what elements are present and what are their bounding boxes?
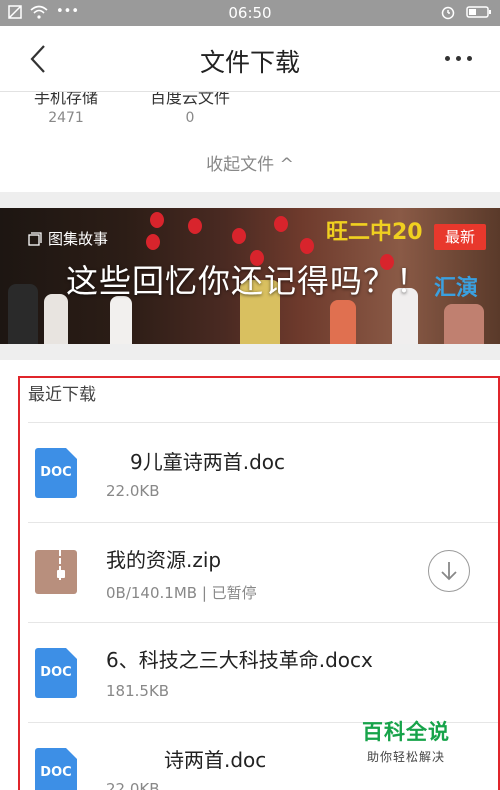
file-name: 诗两首.doc	[164, 748, 267, 772]
status-right	[440, 4, 492, 20]
baidu-cloud-count: 0	[185, 110, 195, 126]
lantern-decoration	[274, 216, 288, 232]
doc-file-icon: DOC	[35, 748, 77, 790]
more-options-icon[interactable]	[445, 56, 472, 61]
performer-figure	[44, 294, 68, 344]
collapse-files-button[interactable]: 收起文件 ^	[0, 150, 500, 175]
battery-icon	[466, 6, 491, 18]
performer-figure	[330, 300, 356, 344]
watermark-subtitle: 助你轻松解决	[366, 750, 445, 764]
download-row[interactable]: 我的资源.zip 0B/140.1MB | 已暂停	[0, 522, 500, 622]
top-nav-bar: 文件下载	[0, 26, 500, 92]
lantern-decoration	[232, 228, 246, 244]
lantern-decoration	[300, 238, 314, 254]
file-name: 我的资源.zip	[106, 548, 222, 572]
download-row[interactable]: DOC 6、科技之三大科技革命.docx 181.5KB	[0, 622, 500, 722]
baidu-cloud-item[interactable]: 百度云文件 0	[150, 92, 230, 126]
file-name: 6、科技之三大科技革命.docx	[106, 648, 373, 672]
doc-file-icon: DOC	[35, 448, 77, 498]
baidu-cloud-label: 百度云文件	[150, 92, 231, 107]
gallery-tag: 图集故事	[28, 228, 108, 249]
gallery-tag-label: 图集故事	[48, 230, 109, 248]
download-arrow-icon	[440, 561, 457, 580]
file-meta: 22.0KB	[106, 780, 160, 790]
lantern-decoration	[188, 218, 202, 234]
status-time: 06:50	[228, 4, 272, 22]
file-meta: 181.5KB	[106, 682, 170, 700]
phone-storage-label: 手机存储	[34, 92, 99, 107]
new-badge: 最新	[434, 224, 486, 250]
watermark-title: 百科全说	[362, 720, 450, 744]
stage-banner-text: 汇演	[434, 276, 479, 301]
file-name: 9儿童诗两首.doc	[130, 450, 286, 474]
phone-storage-item[interactable]: 手机存储 2471	[34, 92, 98, 126]
performer-figure	[8, 284, 38, 344]
file-meta: 22.0KB	[106, 482, 160, 500]
storage-summary: 手机存储 2471 百度云文件 0 收起文件 ^	[0, 92, 500, 192]
watermark: 百科全说 助你轻松解决	[362, 716, 450, 765]
stage-banner-text: 旺二中20	[326, 220, 423, 245]
banner-headline: 这些回忆你还记得吗？！	[66, 262, 430, 300]
story-banner[interactable]: 旺二中20 汇演 图集故事 这些回忆你还记得吗？！ 最新	[0, 208, 500, 344]
file-meta: 0B/140.1MB | 已暂停	[106, 584, 257, 602]
status-bar: ••• 06:50	[0, 0, 500, 26]
zip-file-icon	[35, 550, 77, 594]
lantern-decoration	[146, 234, 160, 250]
gallery-icon	[28, 231, 42, 246]
section-heading: 最近下载	[28, 385, 96, 405]
performer-figure	[444, 304, 484, 344]
download-row[interactable]: DOC 9儿童诗两首.doc 22.0KB	[0, 422, 500, 522]
page-title: 文件下载	[199, 48, 300, 77]
phone-storage-count: 2471	[48, 110, 84, 126]
lantern-decoration	[150, 212, 164, 228]
doc-file-icon: DOC	[35, 648, 77, 698]
alarm-icon	[441, 6, 455, 20]
download-resume-button[interactable]	[428, 550, 470, 592]
performer-figure	[110, 296, 132, 344]
